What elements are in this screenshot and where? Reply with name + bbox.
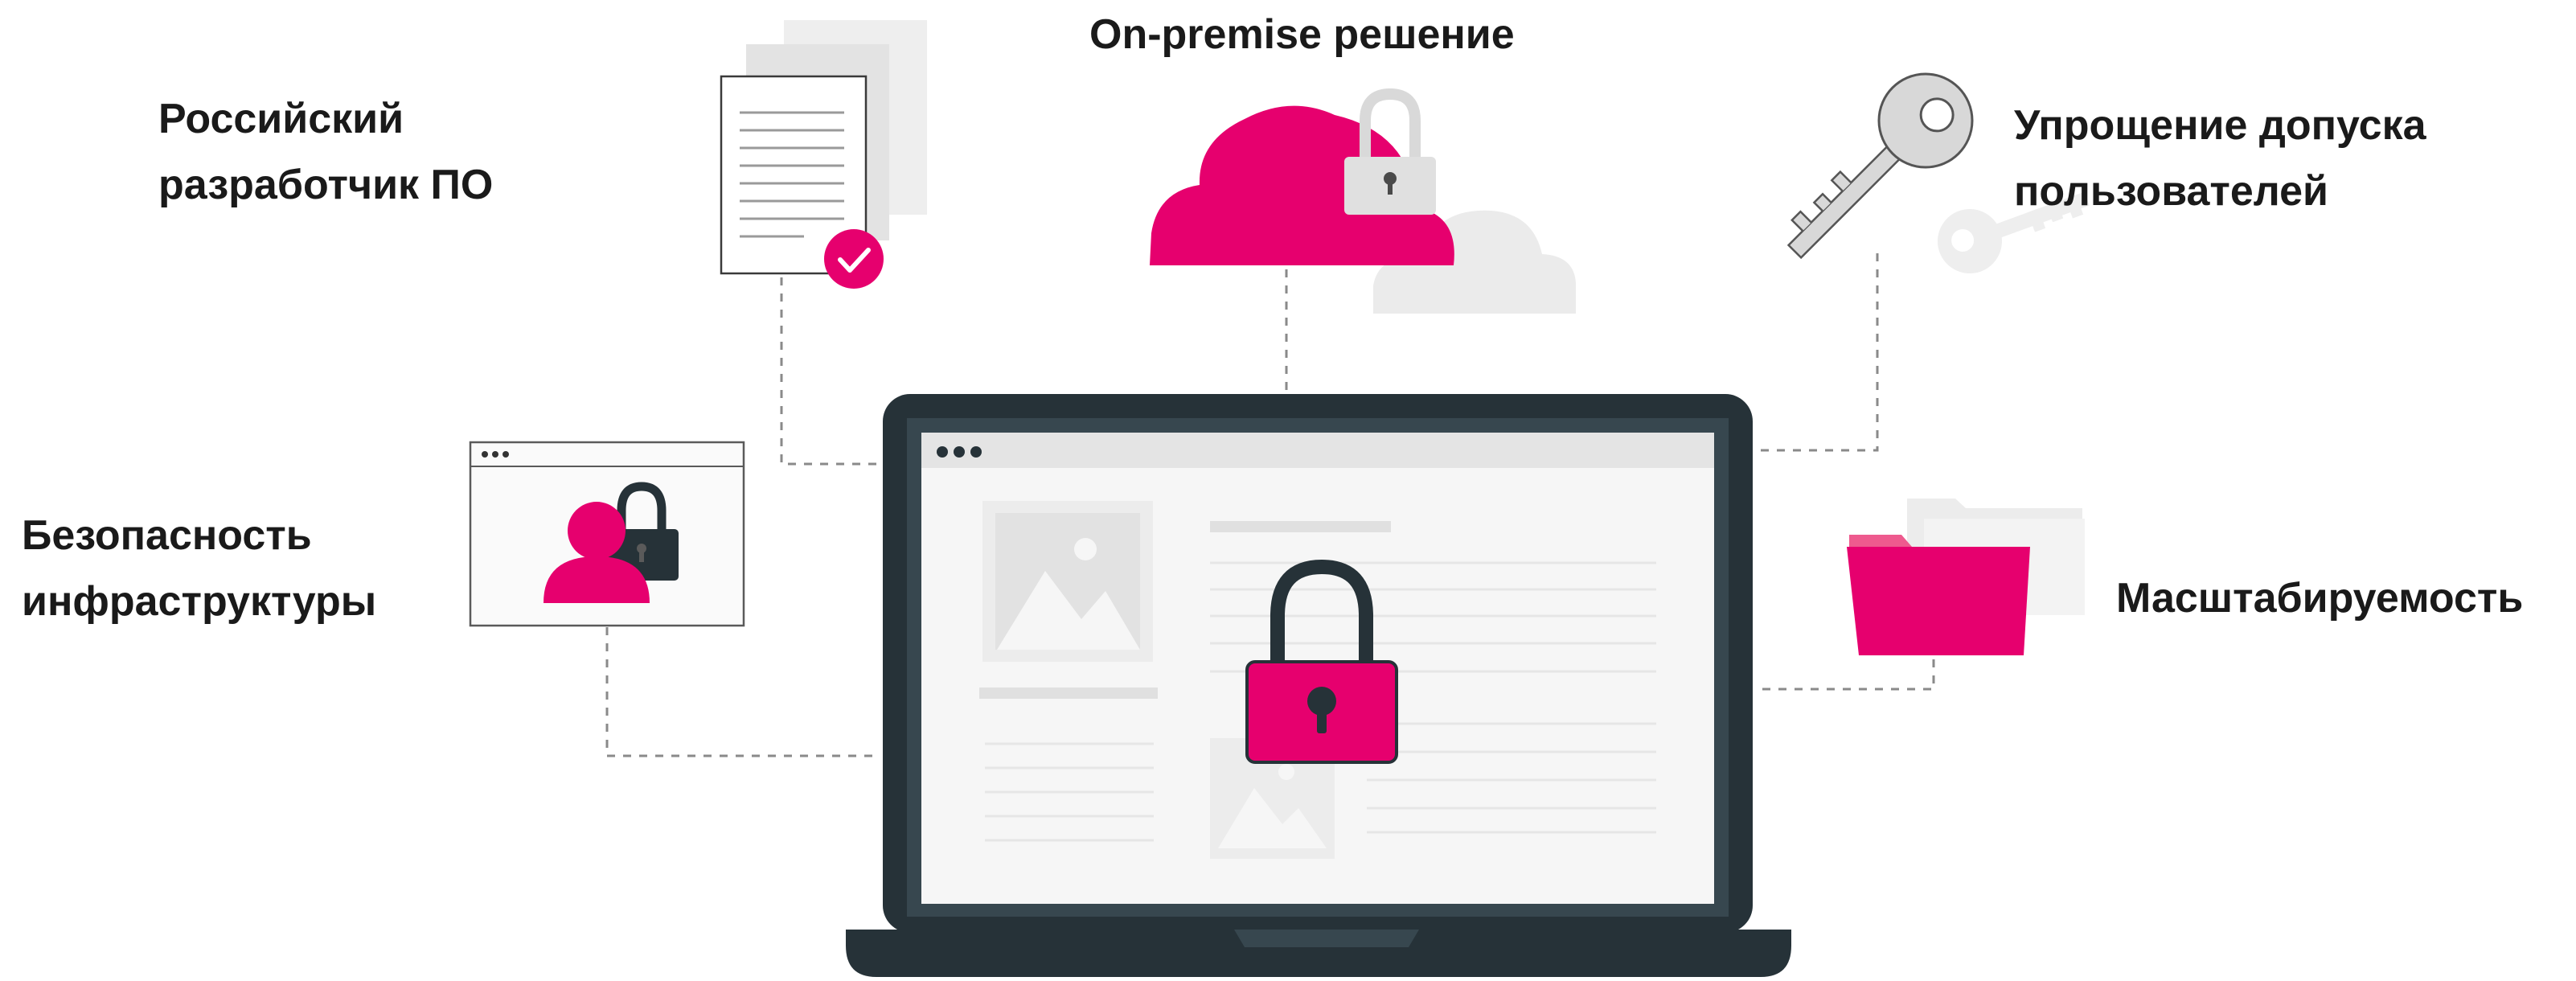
connector-folder (1757, 659, 1935, 691)
label-access-simplification-line-2: пользователей (2014, 168, 2329, 215)
user-lock-window-icon (469, 441, 745, 627)
label-access-simplification-line-1: Упрощение допуска (2014, 102, 2426, 149)
label-infrastructure-security: Безопасность инфраструктуры (22, 503, 376, 634)
connector-document (780, 277, 884, 466)
label-scalability: Масштабируемость (2116, 575, 2524, 622)
cloud-lock-icon (1150, 88, 1576, 314)
laptop-lock-icon (846, 394, 1791, 977)
folder-icon (1847, 499, 2085, 655)
document-check-icon (720, 20, 927, 289)
label-russian-developer-line-1: Российский (158, 96, 404, 142)
connector-keys (1757, 253, 1879, 452)
label-infrastructure-security-line-1: Безопасность (22, 512, 312, 559)
label-russian-developer-line-2: разработчик ПО (158, 162, 494, 208)
label-on-premise: On-premise решение (1089, 11, 1515, 58)
label-infrastructure-security-line-2: инфраструктуры (22, 578, 377, 625)
label-access-simplification: Упрощение допуска пользователей (2014, 92, 2426, 224)
label-russian-developer: Российский разработчик ПО (158, 86, 493, 218)
connector-user-lock (605, 627, 872, 757)
diagram-canvas: On-premise решение Российский разработчи… (0, 0, 2576, 977)
